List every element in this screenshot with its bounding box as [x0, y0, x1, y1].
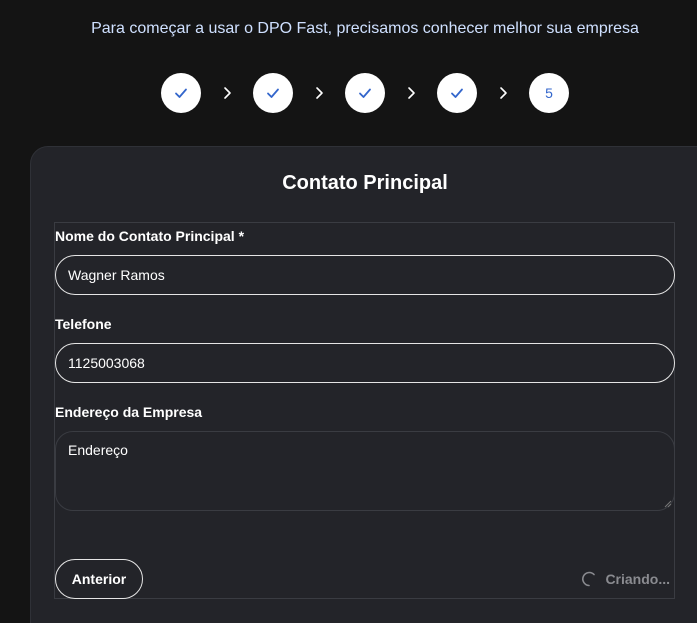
- check-icon: [451, 88, 463, 98]
- chevron-right-icon: [316, 87, 323, 99]
- step-1-completed: [161, 73, 201, 113]
- spinner-icon: [582, 571, 596, 587]
- contact-name-label: Nome do Contato Principal *: [55, 228, 245, 244]
- submit-button-label: Criando...: [605, 571, 670, 587]
- check-icon: [359, 88, 371, 98]
- step-number: 5: [545, 85, 553, 101]
- step-3-completed: [345, 73, 385, 113]
- resize-grip-icon[interactable]: [664, 500, 672, 508]
- page-title-clipped: [0, 0, 697, 8]
- address-label: Endereço da Empresa: [55, 404, 203, 420]
- chevron-right-icon: [408, 87, 415, 99]
- step-4-completed: [437, 73, 477, 113]
- phone-input[interactable]: [55, 343, 675, 383]
- check-icon: [175, 88, 187, 98]
- page-subtitle: Para começar a usar o DPO Fast, precisam…: [91, 20, 639, 37]
- contact-name-input[interactable]: [55, 255, 675, 295]
- chevron-right-icon: [500, 87, 507, 99]
- step-separator: [477, 86, 529, 100]
- step-2-completed: [253, 73, 293, 113]
- submit-button-loading[interactable]: Criando...: [560, 559, 670, 599]
- step-separator: [293, 86, 345, 100]
- chevron-right-icon: [224, 87, 231, 99]
- step-separator: [385, 86, 437, 100]
- phone-label: Telefone: [55, 316, 112, 332]
- step-separator: [201, 86, 253, 100]
- check-icon: [267, 88, 279, 98]
- previous-button[interactable]: Anterior: [55, 559, 143, 599]
- card-title: Contato Principal: [282, 172, 448, 194]
- stepper: 5: [161, 73, 569, 113]
- step-5-current: 5: [529, 73, 569, 113]
- onboarding-page: Para começar a usar o DPO Fast, precisam…: [0, 0, 697, 623]
- address-textarea[interactable]: [55, 431, 675, 511]
